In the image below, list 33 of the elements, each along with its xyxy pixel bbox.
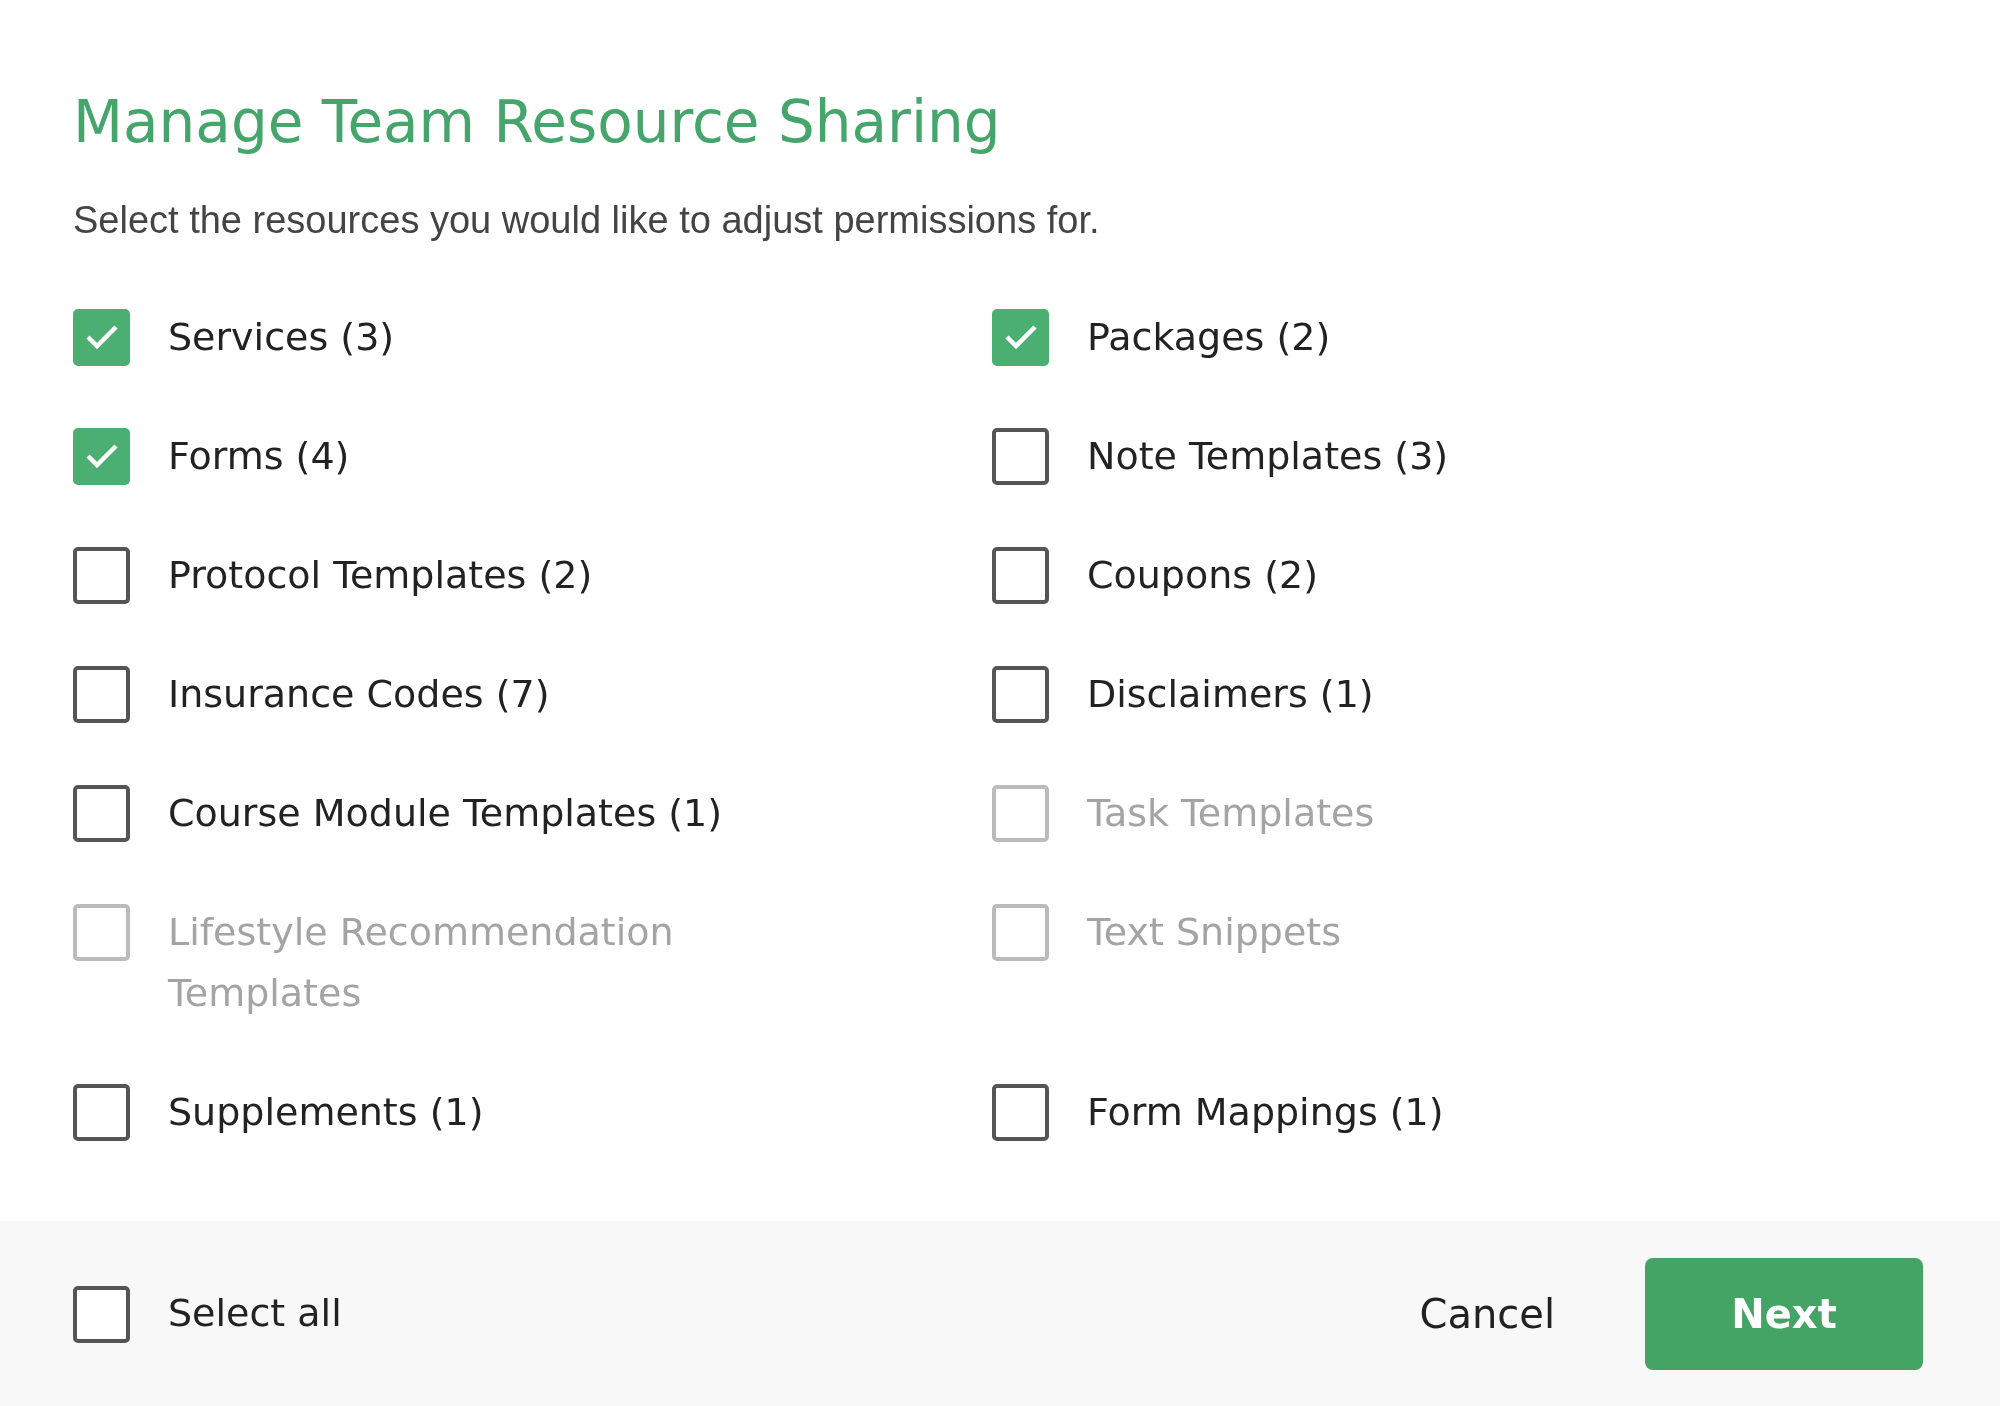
checkbox[interactable] — [992, 546, 1049, 604]
checkbox-label: Forms (4) — [168, 432, 350, 480]
checkbox-label: Form Mappings (1) — [1087, 1088, 1444, 1136]
checkbox[interactable] — [992, 427, 1049, 485]
checkbox[interactable] — [73, 784, 130, 842]
checkbox-label: Text Snippets — [1087, 908, 1341, 956]
checkbox[interactable] — [992, 665, 1049, 723]
checkbox[interactable] — [73, 1083, 130, 1141]
checkbox-label: Services (3) — [168, 313, 395, 361]
checkbox-label: Coupons (2) — [1087, 551, 1319, 599]
dialog-subtitle: Select the resources you would like to adjust permissions for. — [73, 197, 1101, 243]
checkbox-label: Lifestyle Recommendation Templates — [168, 908, 675, 1017]
select-all-label: Select all — [168, 1290, 342, 1337]
checkbox-label: Protocol Templates (2) — [168, 551, 593, 599]
checkbox[interactable] — [73, 546, 130, 604]
dialog-title: Manage Team Resource Sharing — [73, 88, 1002, 158]
cancel-button[interactable]: Cancel — [1379, 1263, 1595, 1364]
checkbox-label: Insurance Codes (7) — [168, 670, 550, 718]
check-icon — [84, 443, 119, 470]
checkbox[interactable] — [73, 1286, 130, 1343]
checkbox[interactable] — [73, 665, 130, 723]
checkbox[interactable] — [992, 308, 1049, 366]
checkbox-label: Disclaimers (1) — [1087, 670, 1374, 718]
checkbox[interactable] — [73, 427, 130, 485]
checkbox[interactable] — [992, 1083, 1049, 1141]
check-icon — [1003, 324, 1038, 351]
checkbox-label: Note Templates (3) — [1087, 432, 1449, 480]
checkbox-label: Task Templates — [1087, 789, 1375, 837]
checkbox[interactable] — [73, 308, 130, 366]
checkbox-label: Packages (2) — [1087, 313, 1331, 361]
checkbox-label: Supplements (1) — [168, 1088, 484, 1136]
check-icon — [84, 324, 119, 351]
checkbox-label: Course Module Templates (1) — [168, 789, 723, 837]
